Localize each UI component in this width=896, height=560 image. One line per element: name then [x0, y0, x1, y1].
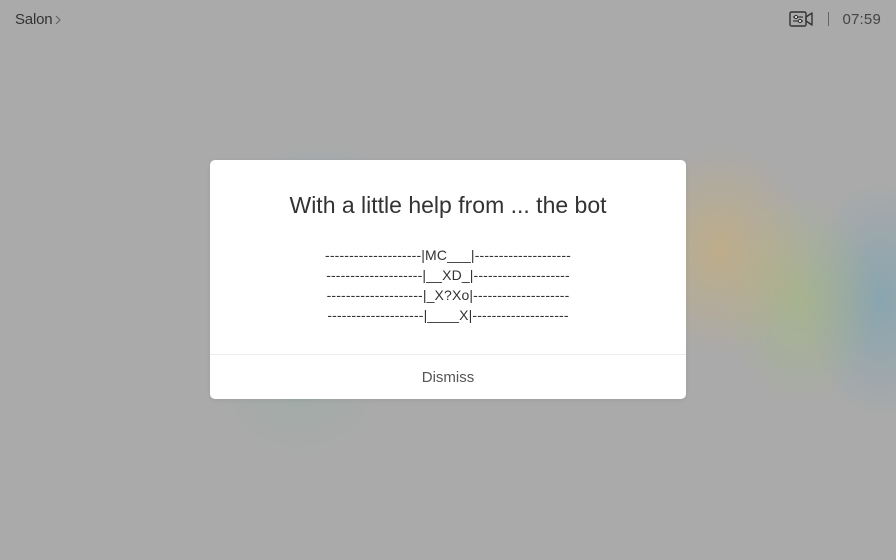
status-area: 07:59	[789, 10, 881, 28]
clock: 07:59	[842, 10, 881, 28]
dialog-body-line: --------------------|____X|-------------…	[327, 307, 569, 323]
dismiss-button[interactable]: Dismiss	[210, 355, 686, 399]
room-name: Salon	[15, 11, 53, 28]
top-bar: Salon 07:59	[0, 0, 896, 40]
dialog-body-line: --------------------|__XD_|-------------…	[326, 267, 570, 283]
status-divider	[828, 12, 830, 26]
chevron-right-icon	[55, 15, 62, 24]
dialog-body-line: --------------------|MC___|-------------…	[325, 247, 571, 263]
dialog-body-line: --------------------|_X?Xo|-------------…	[326, 287, 570, 303]
dialog-body: --------------------|MC___|-------------…	[210, 245, 686, 325]
video-camera-settings-icon[interactable]	[789, 10, 814, 28]
message-dialog: With a little help from ... the bot ----…	[210, 160, 686, 399]
room-name-button[interactable]: Salon	[15, 11, 62, 28]
dialog-title: With a little help from ... the bot	[289, 192, 607, 218]
